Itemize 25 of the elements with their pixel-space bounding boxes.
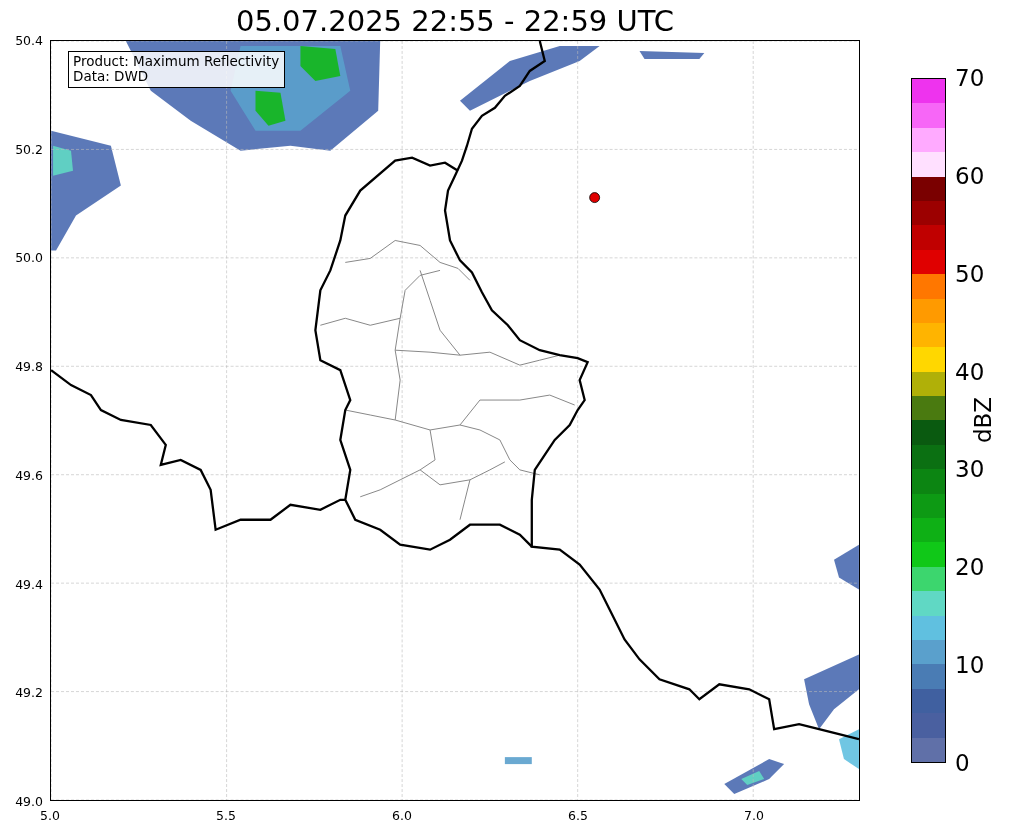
x-tick-label: 5.0	[40, 808, 60, 823]
x-tick-label: 5.5	[216, 808, 236, 823]
y-tick-label: 49.6	[15, 467, 43, 483]
colorbar-tick-label: 40	[955, 358, 985, 385]
colorbar-tick-label: 60	[955, 162, 985, 189]
x-tick-label: 6.0	[392, 808, 412, 823]
colorbar-tick-label: 10	[955, 652, 985, 679]
x-tick-label: 7.0	[744, 808, 764, 823]
y-tick-label: 50.2	[15, 141, 43, 157]
annotation-text: Data: DWD	[73, 69, 150, 84]
y-tick-label: 49.4	[15, 576, 43, 592]
chart-title: 05.07.2025 22:55 - 22:59 UTC	[235, 3, 675, 40]
colorbar-tick-label: 50	[955, 260, 985, 287]
annotation-text: Product: Maximum Reflectivity	[73, 54, 280, 69]
colorbar-label: dBZ	[970, 396, 996, 444]
colorbar-tick-label: 0	[955, 750, 970, 776]
y-tick-label: 50.0	[15, 249, 43, 265]
x-tick-label: 6.5	[568, 808, 588, 823]
y-tick-label: 50.4	[15, 32, 43, 48]
colorbar-tick-label: 30	[955, 456, 985, 483]
y-tick-label: 49.0	[15, 793, 43, 809]
colorbar-tick-label: 70	[955, 65, 985, 91]
y-tick-label: 49.2	[15, 684, 43, 700]
colorbar-tick-label: 20	[955, 554, 985, 581]
y-tick-label: 49.8	[15, 358, 43, 374]
